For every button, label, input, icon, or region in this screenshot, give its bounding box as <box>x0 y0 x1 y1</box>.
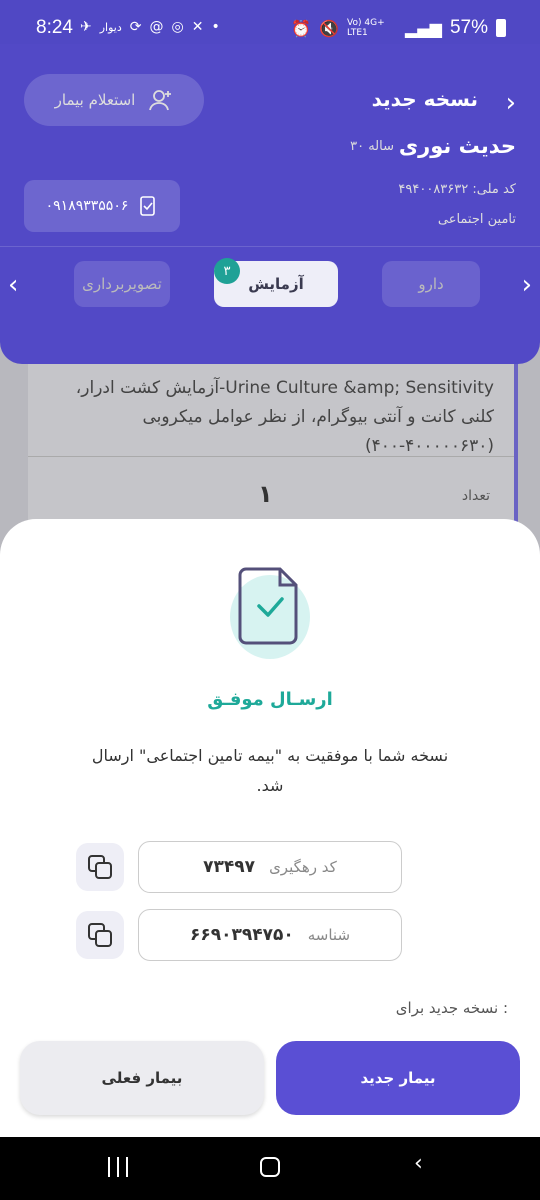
tab-drug[interactable]: دارو <box>382 261 480 307</box>
dot-icon: • <box>211 19 220 35</box>
instagram-icon: ◎ <box>171 19 184 35</box>
id-label: شناسه <box>307 926 351 944</box>
add-user-icon <box>149 90 172 111</box>
battery-percent: 57% <box>449 17 488 38</box>
phone-number: ۰۹۱۸۹۳۳۵۵۰۶ <box>45 198 129 214</box>
threads-icon: @ <box>149 19 164 35</box>
battery-icon <box>496 19 506 37</box>
alarm-icon: ⏰ <box>291 18 312 38</box>
patient-age: ۳۰ ساله <box>350 139 394 154</box>
home-icon[interactable] <box>260 1157 280 1177</box>
header-divider <box>0 246 540 247</box>
quantity-value: ۱ <box>258 480 273 508</box>
patient-inquiry-button[interactable]: استعلام بیمار <box>24 74 204 126</box>
success-message: نسخه شما با موفقیت به "بیمه تامین اجتماع… <box>91 746 449 795</box>
inquiry-label: استعلام بیمار <box>54 91 136 109</box>
quantity-label: تعداد <box>461 488 490 504</box>
success-bottom-sheet: ارسـال موفـق نسخه شما با موفقیت به "بیمه… <box>0 519 540 1137</box>
network-label: Vo) 4G+ LTE1 <box>347 18 385 38</box>
phone-check-icon <box>140 196 156 216</box>
tracking-code-value: ۷۳۴۹۷ <box>203 857 256 877</box>
system-icons: ⏰ 🔇 Vo) 4G+ LTE1 ▂▄▆ 57% <box>291 17 506 39</box>
insurer: تامین اجتماعی <box>437 212 516 227</box>
card-divider <box>28 456 514 457</box>
id-field: شناسه ۶۶۹۰۳۹۴۷۵۰ <box>138 909 402 961</box>
copy-icon <box>88 923 112 947</box>
sync-icon: ⟳ <box>129 19 142 35</box>
new-patient-button[interactable]: بیمار جدید <box>276 1041 520 1115</box>
national-id: کد ملی: ۴۹۴۰۰۸۳۶۳۲ <box>398 182 516 197</box>
copy-tracking-button[interactable] <box>76 843 124 891</box>
phone-card[interactable]: ۰۹۱۸۹۳۳۵۵۰۶ <box>24 180 180 232</box>
missed-call-icon: ✕ <box>191 19 204 35</box>
current-patient-button[interactable]: بیمار فعلی <box>20 1041 264 1115</box>
tab-imaging[interactable]: تصویربرداری <box>74 261 170 307</box>
patient-header: › نسخه جدید استعلام بیمار حدیث نوری ۳۰ س… <box>0 44 540 364</box>
lab-count-badge: ۳ <box>214 258 240 284</box>
page-title: نسخه جدید <box>371 87 478 111</box>
signal-icon: ▂▄▆ <box>405 18 442 38</box>
back-chevron-icon[interactable]: › <box>506 88 516 118</box>
success-title: ارسـال موفـق <box>207 689 333 710</box>
patient-name: حدیث نوری <box>398 134 516 158</box>
clock: 8:24 <box>36 17 73 38</box>
id-value: ۶۶۹۰۳۹۴۷۵۰ <box>189 925 294 945</box>
status-bar: 8:24 ✈ دیوار ⟳ @ ◎ ✕ • ⏰ 🔇 Vo) 4G+ LTE1 … <box>0 0 540 44</box>
chevron-right-icon[interactable]: › <box>522 270 532 300</box>
telegram-icon: ✈ <box>80 19 92 35</box>
recent-apps-icon[interactable] <box>108 1157 128 1177</box>
mute-icon: 🔇 <box>319 18 340 38</box>
system-nav-bar: ‹ <box>0 1137 540 1200</box>
divar-icon: دیوار <box>99 20 122 34</box>
lab-test-description: Urine Culture &amp; Sensitivity-آزمایش ک… <box>75 378 494 456</box>
tracking-code-label: کد رهگیری <box>269 858 337 876</box>
document-check-icon <box>238 567 298 645</box>
chevron-left-icon[interactable]: ‹ <box>8 270 18 300</box>
tracking-code-field: کد رهگیری ۷۳۴۹۷ <box>138 841 402 893</box>
copy-icon <box>88 855 112 879</box>
notification-icons: ✈ دیوار ⟳ @ ◎ ✕ • <box>80 19 220 35</box>
copy-id-button[interactable] <box>76 911 124 959</box>
back-icon[interactable]: ‹ <box>414 1151 423 1176</box>
new-prescription-for-label: نسخه جدید برای : <box>395 999 508 1017</box>
